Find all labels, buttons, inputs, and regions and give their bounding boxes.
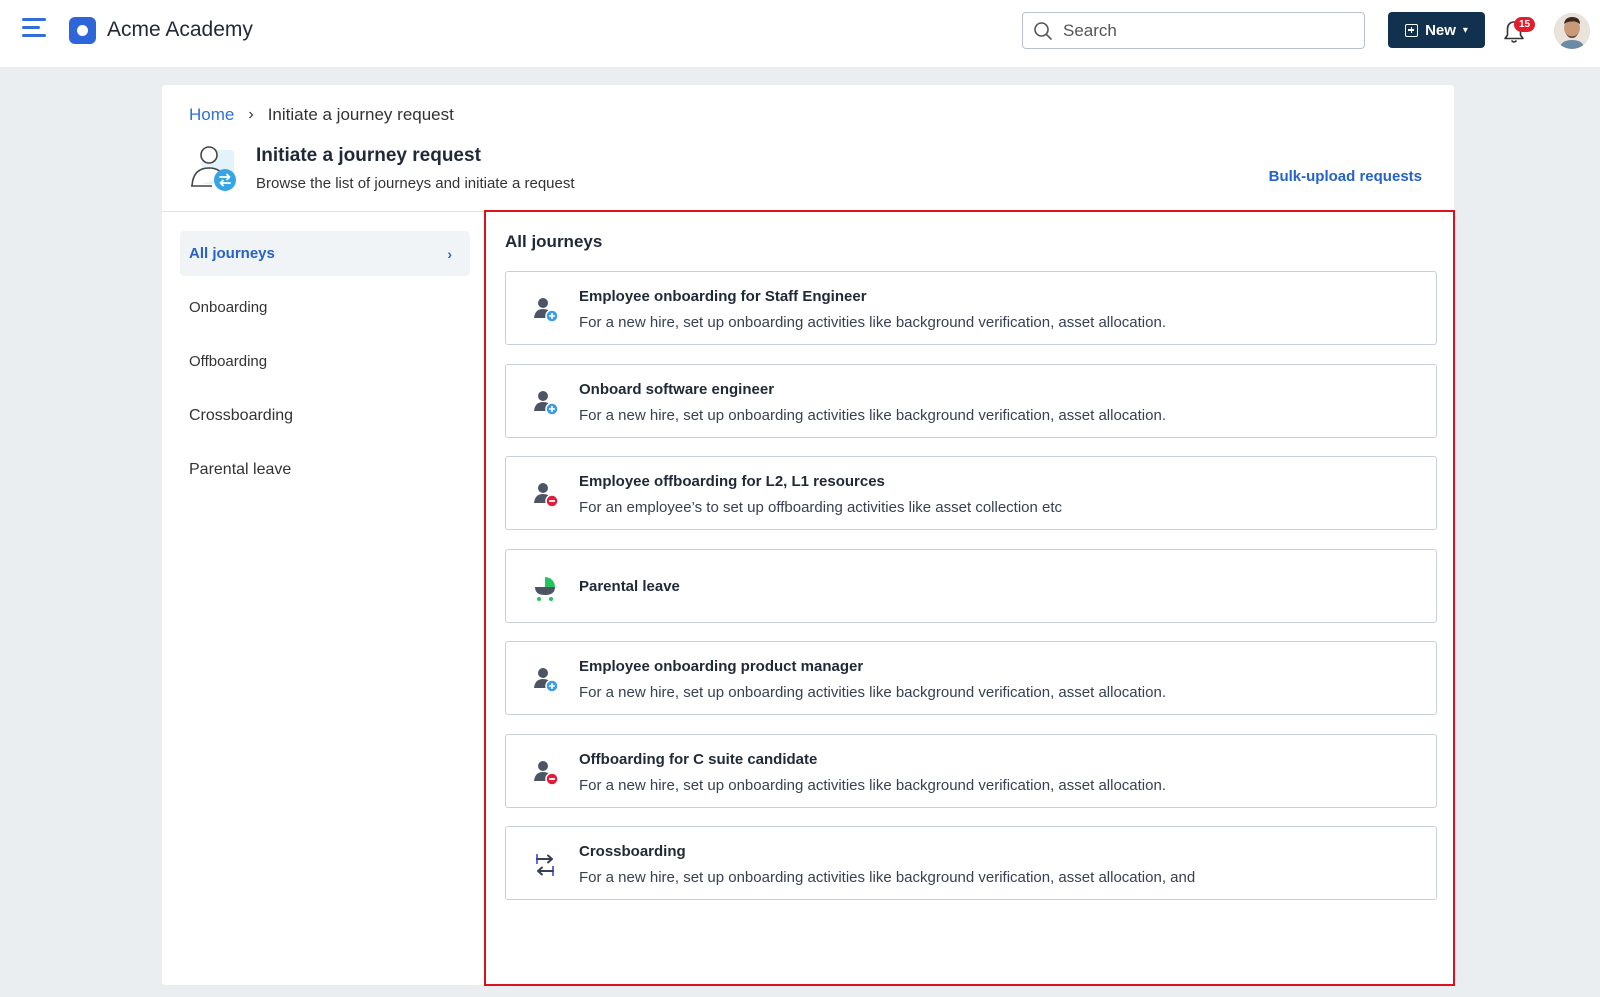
journey-description: For a new hire, set up onboarding activi… — [579, 314, 1166, 331]
journey-card[interactable]: Parental leave — [505, 548, 1437, 623]
breadcrumb-current: Initiate a journey request — [267, 105, 454, 124]
page-title: Initiate a journey request — [256, 145, 481, 166]
journey-card[interactable]: Crossboarding For a new hire, set up onb… — [505, 826, 1437, 900]
journey-list: Employee onboarding for Staff Engineer F… — [505, 271, 1437, 919]
journey-category-sidebar: All journeys › Onboarding Offboarding Cr… — [180, 231, 470, 501]
chevron-right-icon: › — [248, 106, 254, 123]
journey-card[interactable]: Employee offboarding for L2, L1 resource… — [505, 456, 1437, 530]
sidebar-item-offboarding[interactable]: Offboarding — [180, 339, 470, 384]
sidebar-item-label: Crossboarding — [189, 406, 294, 424]
search-input[interactable] — [1063, 20, 1343, 41]
chevron-down-icon: ▾ — [1462, 24, 1468, 36]
journey-illustration-icon — [191, 146, 236, 191]
new-button-label: New — [1425, 21, 1456, 39]
chevron-right-icon: › — [447, 245, 452, 262]
journey-title: Employee onboarding product manager — [579, 658, 864, 675]
search-box[interactable] — [1022, 12, 1365, 49]
journey-description: For a new hire, set up onboarding activi… — [579, 684, 1166, 701]
bulk-upload-requests-link[interactable]: Bulk-upload requests — [1269, 168, 1422, 185]
sidebar-item-crossboarding[interactable]: Crossboarding — [180, 393, 470, 438]
swap-arrows-icon — [536, 854, 554, 876]
search-icon — [1034, 21, 1052, 40]
user-add-icon — [534, 390, 559, 416]
journey-card[interactable]: Offboarding for C suite candidate For a … — [505, 733, 1437, 808]
app-logo[interactable] — [69, 17, 96, 44]
journey-description: For a new hire, set up onboarding activi… — [579, 776, 1166, 794]
journey-card[interactable]: Onboard software engineer For a new hire… — [505, 363, 1437, 438]
sidebar-item-parental-leave[interactable]: Parental leave — [180, 447, 470, 492]
journey-description: For a new hire, set up onboarding activi… — [579, 406, 1166, 424]
sidebar-item-label: Parental leave — [189, 460, 292, 478]
hamburger-menu-icon[interactable] — [22, 18, 48, 44]
stroller-icon — [535, 576, 555, 601]
journey-card[interactable]: Employee onboarding product manager For … — [505, 641, 1437, 715]
sidebar-item-label: All journeys — [189, 245, 275, 262]
app-name: Acme Academy — [107, 18, 253, 41]
journey-title: Onboard software engineer — [579, 380, 775, 398]
notification-count-badge: 15 — [1514, 17, 1535, 32]
journey-title: Offboarding for C suite candidate — [579, 750, 818, 768]
journeys-section-title: All journeys — [505, 232, 603, 251]
journey-title: Crossboarding — [579, 843, 686, 860]
breadcrumb-home-link[interactable]: Home — [189, 105, 234, 125]
sidebar-item-onboarding[interactable]: Onboarding — [180, 285, 470, 330]
sidebar-item-all-journeys[interactable]: All journeys › — [180, 231, 470, 276]
user-remove-icon — [534, 483, 559, 508]
journey-description: For an employee’s to set up offboarding … — [579, 499, 1063, 516]
sidebar-item-label: Onboarding — [189, 299, 268, 316]
user-remove-icon — [534, 760, 559, 786]
user-add-icon — [534, 298, 559, 323]
top-bar: Acme Academy New ▾ 15 — [0, 0, 1600, 67]
breadcrumb: Home › Initiate a journey request — [189, 105, 454, 125]
user-avatar[interactable] — [1554, 13, 1590, 49]
sidebar-item-label: Offboarding — [189, 353, 268, 370]
journey-title: Employee offboarding for L2, L1 resource… — [579, 473, 885, 490]
page-subtitle: Browse the list of journeys and initiate… — [256, 175, 575, 192]
plus-box-icon — [1405, 23, 1419, 37]
journey-card[interactable]: Employee onboarding for Staff Engineer F… — [505, 271, 1437, 345]
journey-description: For a new hire, set up onboarding activi… — [579, 869, 1196, 886]
user-add-icon — [534, 668, 559, 693]
new-button[interactable]: New ▾ — [1388, 12, 1485, 48]
journey-title: Parental leave — [579, 577, 680, 595]
journey-title: Employee onboarding for Staff Engineer — [579, 288, 867, 305]
